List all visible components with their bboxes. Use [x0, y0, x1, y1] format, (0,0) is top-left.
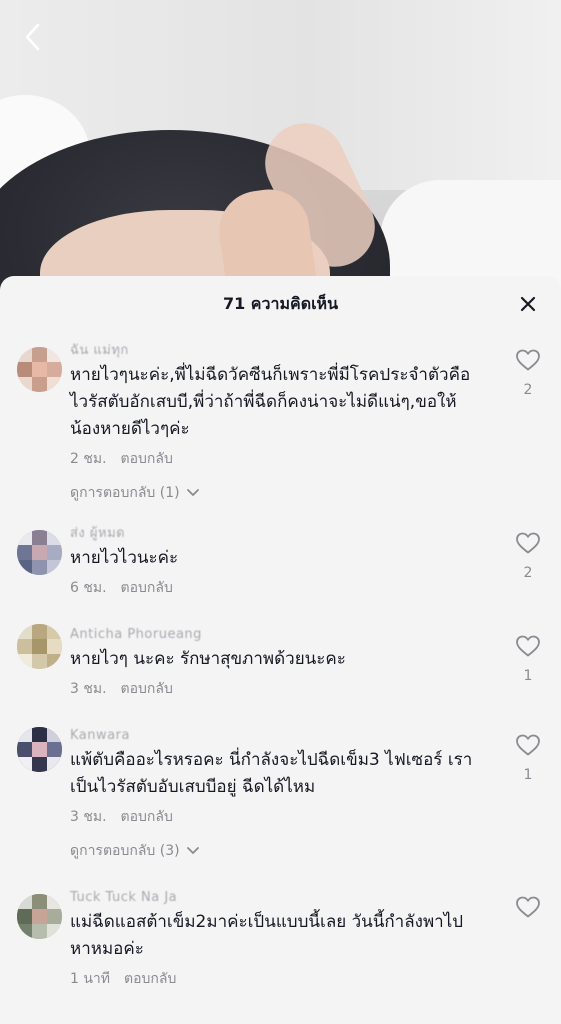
comment-username[interactable]: Kanwara	[70, 727, 481, 745]
sheet-header: 71 ความคิดเห็น	[0, 276, 561, 332]
comment-username[interactable]: ส่ง ผู้หมด	[70, 525, 481, 543]
comment-item: ส่ง ผู้หมด หายไวไวนะค่ะ 6 ชม. ตอบกลับ 2	[0, 525, 561, 598]
heart-outline-icon	[516, 349, 540, 371]
comment-item: ฉัน แม่ทุก หายไวๆนะค่ะ,พี่ไม่ฉีดวัคซีนก็…	[0, 342, 561, 503]
comment-text: หายไวๆ นะคะ รักษาสุขภาพด้วยนะคะ	[70, 649, 346, 669]
heart-outline-icon	[516, 532, 540, 554]
avatar[interactable]	[17, 727, 62, 772]
like-count: 1	[523, 668, 533, 684]
back-button[interactable]	[18, 22, 48, 52]
chevron-down-icon	[186, 489, 199, 496]
comment-username[interactable]: Anticha Phorueang	[70, 626, 481, 644]
comment-count-title: 71 ความคิดเห็น	[222, 293, 339, 313]
comments-sheet: 71 ความคิดเห็น ฉัน แม่ทุก หายไวๆนะค่ะ,พี…	[0, 276, 561, 1024]
reply-button[interactable]: ตอบกลับ	[121, 451, 173, 467]
reply-button[interactable]: ตอบกลับ	[124, 971, 176, 987]
video-background	[0, 0, 561, 300]
comment-text: แพ้ตับคืออะไรหรอคะ นี่กำลังจะไปฉีดเข็ม3 …	[70, 750, 473, 797]
like-button[interactable]	[515, 895, 541, 929]
comment-time: 2 ชม.	[70, 451, 107, 467]
like-button[interactable]: 1	[515, 634, 541, 684]
view-replies-label: ดูการตอบกลับ (3)	[70, 843, 180, 859]
view-replies-button[interactable]: ดูการตอบกลับ (3)	[70, 841, 200, 861]
comment-time: 6 ชม.	[70, 580, 107, 596]
reply-button[interactable]: ตอบกลับ	[121, 681, 173, 697]
close-icon	[520, 296, 536, 312]
like-button[interactable]: 2	[515, 348, 541, 398]
comment-item: Tuck Tuck Na Ja แม่ฉีดแอสต้าเข็ม2มาค่ะเป…	[0, 889, 561, 989]
comment-time: 3 ชม.	[70, 809, 107, 825]
like-count: 1	[523, 767, 533, 783]
avatar[interactable]	[17, 624, 62, 669]
comment-meta: 3 ชม. ตอบกลับ	[70, 679, 481, 699]
chevron-down-icon	[186, 847, 199, 854]
view-replies-label: ดูการตอบกลับ (1)	[70, 485, 180, 501]
like-count: 2	[523, 382, 533, 398]
comment-username[interactable]: ฉัน แม่ทุก	[70, 342, 481, 360]
comment-text: หายไวไวนะค่ะ	[70, 548, 179, 568]
comment-meta: 6 ชม. ตอบกลับ	[70, 578, 481, 598]
like-button[interactable]: 1	[515, 733, 541, 783]
avatar[interactable]	[17, 347, 62, 392]
comment-time: 1 นาที	[70, 971, 111, 987]
avatar[interactable]	[17, 530, 62, 575]
close-button[interactable]	[517, 293, 539, 315]
like-count: 2	[523, 565, 533, 581]
comment-meta: 3 ชม. ตอบกลับ	[70, 807, 481, 827]
reply-button[interactable]: ตอบกลับ	[121, 580, 173, 596]
heart-outline-icon	[516, 734, 540, 756]
heart-outline-icon	[516, 896, 540, 918]
comment-time: 3 ชม.	[70, 681, 107, 697]
reply-button[interactable]: ตอบกลับ	[121, 809, 173, 825]
chevron-left-icon	[25, 23, 40, 51]
comment-item: Kanwara แพ้ตับคืออะไรหรอคะ นี่กำลังจะไปฉ…	[0, 727, 561, 861]
comment-item: Anticha Phorueang หายไวๆ นะคะ รักษาสุขภา…	[0, 624, 561, 699]
comment-text: แม่ฉีดแอสต้าเข็ม2มาค่ะเป็นแบบนี้เลย วันน…	[70, 912, 464, 959]
comment-text: หายไวๆนะค่ะ,พี่ไม่ฉีดวัคซีนก็เพราะพี่มีโ…	[70, 365, 471, 439]
comment-username[interactable]: Tuck Tuck Na Ja	[70, 889, 481, 907]
view-replies-button[interactable]: ดูการตอบกลับ (1)	[70, 483, 200, 503]
comment-meta: 1 นาที ตอบกลับ	[70, 969, 481, 989]
avatar[interactable]	[17, 894, 62, 939]
heart-outline-icon	[516, 635, 540, 657]
comment-meta: 2 ชม. ตอบกลับ	[70, 449, 481, 469]
like-button[interactable]: 2	[515, 531, 541, 581]
